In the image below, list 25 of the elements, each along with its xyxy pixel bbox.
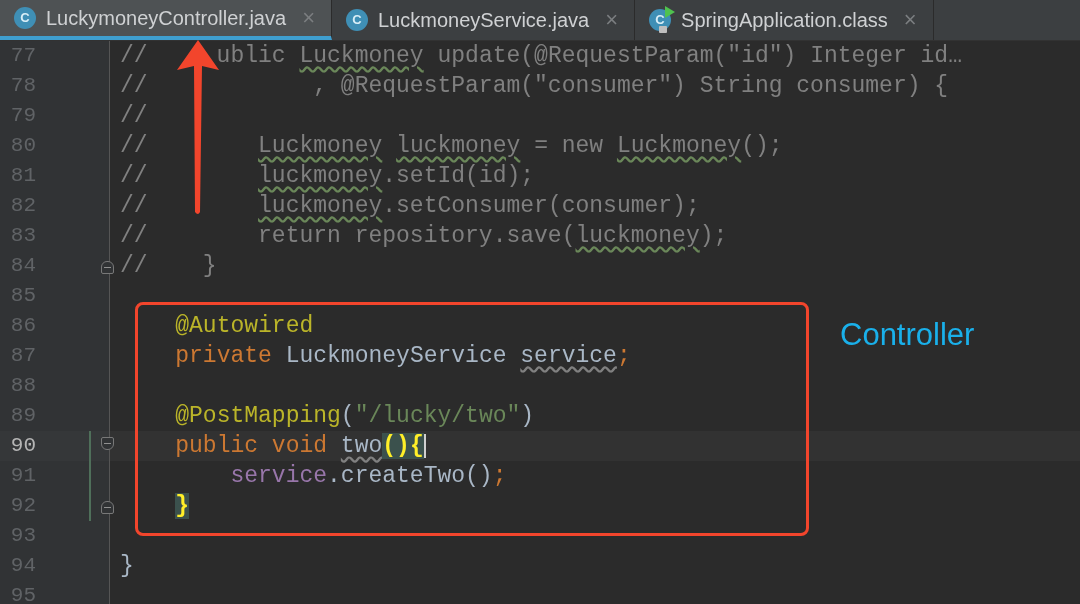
code-line: // , @RequestParam("consumer") String consumer) {: [120, 74, 949, 98]
code-line: private LuckmoneyService service;: [174, 344, 631, 368]
code-line: // luckmoney.setConsumer(consumer);: [120, 194, 700, 218]
close-icon[interactable]: ×: [903, 9, 917, 31]
code-line: @PostMapping("/lucky/two"): [174, 404, 535, 428]
code-line: // return repository.save(luckmoney);: [120, 224, 728, 248]
code-line: //: [120, 104, 148, 128]
fold-icon[interactable]: [101, 437, 114, 450]
fold-icon[interactable]: [101, 261, 114, 274]
code-line: // luckmoney.setId(id);: [120, 164, 535, 188]
annotation-label: Controller: [840, 316, 975, 354]
code-line: }: [120, 554, 134, 578]
code-line: public void two(){: [174, 433, 426, 459]
code-line: // Luckmoney luckmoney = new Luckmoney();: [120, 134, 783, 158]
editor-tab[interactable]: C LuckymoneyController.java ×: [0, 0, 332, 40]
class-icon: C: [14, 7, 36, 29]
line-number: 90: [9, 433, 36, 460]
code-line: // ublic Luckmoney update(@RequestParam("id") Integer id…: [120, 44, 962, 68]
code-line: service.createTwo();: [229, 464, 507, 488]
code-line: // }: [120, 254, 217, 278]
class-icon: C: [346, 9, 368, 31]
fold-icon[interactable]: [101, 501, 114, 514]
class-icon: C: [649, 9, 672, 31]
close-icon[interactable]: ×: [605, 9, 619, 31]
code-line: @Autowired: [174, 314, 314, 338]
